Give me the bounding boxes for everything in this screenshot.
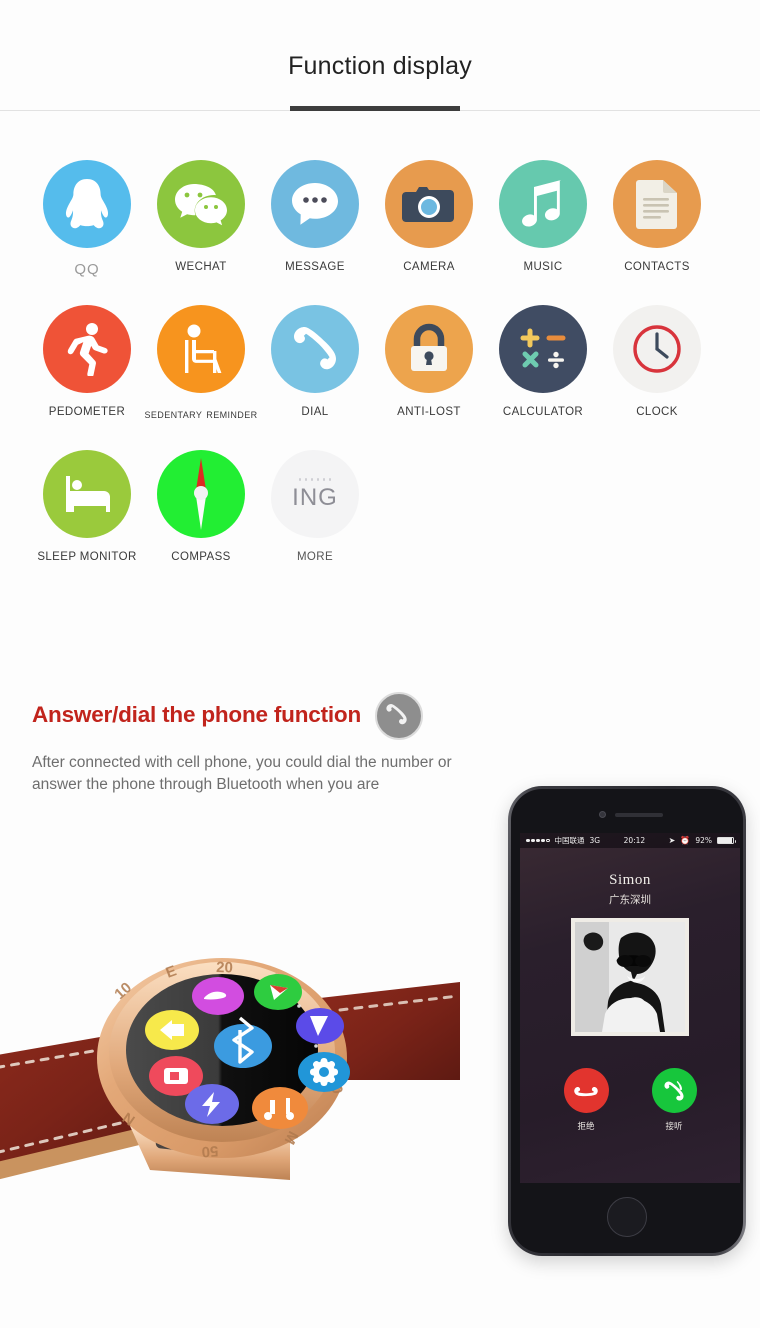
qq-icon[interactable] bbox=[43, 160, 131, 248]
music-note-icon[interactable] bbox=[499, 160, 587, 248]
feature-row-1: QQ WECHAT MESSAGE CAMERA MUSIC CONTACTS bbox=[0, 160, 760, 305]
feature-item-wechat[interactable]: WECHAT bbox=[144, 160, 258, 305]
feature-item-clock[interactable]: CLOCK bbox=[600, 305, 714, 450]
more-icon-text: ING bbox=[292, 483, 338, 511]
feature-row-2: PEDOMETER Sedentary reminder bbox=[0, 305, 760, 450]
answer-handset-icon[interactable] bbox=[651, 1068, 697, 1113]
feature-row-3: SLEEP MONITOR COMPASS ING MORE bbox=[0, 450, 760, 595]
page-header: Function display bbox=[0, 0, 760, 112]
status-bar: 中国联通 3G 20:12 ➤ ⏰ 92% bbox=[520, 833, 740, 848]
padlock-icon[interactable] bbox=[385, 305, 473, 393]
svg-text:20: 20 bbox=[216, 959, 233, 977]
feature-item-pedometer[interactable]: PEDOMETER bbox=[30, 305, 144, 450]
feature-label: MORE bbox=[296, 551, 334, 563]
feature-item-sleep[interactable]: SLEEP MONITOR bbox=[30, 450, 144, 595]
incoming-call-screen: Simon 广东深圳 拒绝 接听 bbox=[520, 872, 740, 1132]
feature-item-contacts[interactable]: CONTACTS bbox=[600, 160, 714, 305]
feature-icon-grid: QQ WECHAT MESSAGE CAMERA MUSIC CONTACTS … bbox=[0, 160, 760, 595]
decline-handset-icon[interactable] bbox=[563, 1068, 609, 1113]
caller-name: Simon bbox=[609, 872, 651, 888]
feature-item-sedentary[interactable]: Sedentary reminder bbox=[144, 305, 258, 450]
handset-icon[interactable] bbox=[271, 305, 359, 393]
phone-screen: 中国联通 3G 20:12 ➤ ⏰ 92% Simon 广东深圳 拒绝 接听 bbox=[520, 833, 740, 1183]
feature-item-qq[interactable]: QQ bbox=[30, 160, 144, 305]
watch-music-icon bbox=[252, 1087, 308, 1129]
feature-label: CLOCK bbox=[636, 406, 678, 418]
compass-needle-icon[interactable] bbox=[157, 450, 245, 538]
header-active-underline bbox=[290, 106, 460, 111]
phone-function-section: Answer/dial the phone function After con… bbox=[32, 690, 502, 796]
battery-percent-label: 92% bbox=[695, 836, 712, 845]
location-arrow-icon: ➤ bbox=[668, 836, 676, 845]
call-action-row: 拒绝 接听 bbox=[520, 1068, 740, 1132]
phone-function-body: After connected with cell phone, you cou… bbox=[32, 754, 452, 793]
page-title: Function display bbox=[288, 52, 472, 80]
earpiece-speaker bbox=[615, 813, 663, 817]
feature-item-message[interactable]: MESSAGE bbox=[258, 160, 372, 305]
decline-call-button[interactable]: 拒绝 bbox=[563, 1068, 609, 1132]
calculator-icon[interactable] bbox=[499, 305, 587, 393]
phone-body: 中国联通 3G 20:12 ➤ ⏰ 92% Simon 广东深圳 拒绝 接听 bbox=[511, 789, 743, 1253]
svg-text:50: 50 bbox=[201, 1142, 219, 1160]
phone-function-title: Answer/dial the phone function bbox=[32, 702, 362, 727]
decline-label: 拒绝 bbox=[577, 1122, 595, 1132]
clock-icon[interactable] bbox=[613, 305, 701, 393]
answer-call-button[interactable]: 接听 bbox=[651, 1068, 697, 1132]
feature-label: PEDOMETER bbox=[48, 406, 126, 418]
clock-time-label: 20:12 bbox=[623, 836, 646, 845]
battery-icon bbox=[717, 836, 736, 845]
sitting-man-icon[interactable] bbox=[157, 305, 245, 393]
caller-location: 广东深圳 bbox=[609, 894, 651, 906]
feature-label: CONTACTS bbox=[624, 261, 690, 273]
page-root: Function display QQ WECHAT MESSAGE CAMER… bbox=[0, 0, 760, 1328]
message-bubble-icon[interactable] bbox=[271, 160, 359, 248]
feature-item-camera[interactable]: CAMERA bbox=[372, 160, 486, 305]
bed-sleep-icon[interactable] bbox=[43, 450, 131, 538]
feature-label: SLEEP MONITOR bbox=[37, 551, 137, 563]
feature-label: QQ bbox=[74, 261, 100, 278]
front-camera-icon bbox=[599, 811, 606, 818]
phone-function-heading-row: Answer/dial the phone function bbox=[32, 690, 502, 740]
home-button[interactable] bbox=[607, 1197, 647, 1237]
camera-icon[interactable] bbox=[385, 160, 473, 248]
feature-item-more[interactable]: ING MORE bbox=[258, 450, 372, 595]
feature-label: MUSIC bbox=[523, 261, 563, 273]
feature-item-calculator[interactable]: CALCULATOR bbox=[486, 305, 600, 450]
handset-badge-icon bbox=[375, 692, 424, 740]
feature-item-music[interactable]: MUSIC bbox=[486, 160, 600, 305]
answer-label: 接听 bbox=[665, 1122, 683, 1132]
document-contacts-icon[interactable] bbox=[613, 160, 701, 248]
feature-label: ANTI-LOST bbox=[397, 406, 461, 418]
signal-strength-icon bbox=[526, 838, 550, 843]
feature-label: CAMERA bbox=[403, 261, 455, 273]
smartwatch-illustration: USB 10 E 20 30 S 40 M 50 N bbox=[0, 930, 460, 1240]
wechat-icon[interactable] bbox=[157, 160, 245, 248]
feature-label: MESSAGE bbox=[285, 261, 345, 273]
iphone-device: 中国联通 3G 20:12 ➤ ⏰ 92% Simon 广东深圳 拒绝 接听 bbox=[508, 786, 746, 1256]
feature-item-compass[interactable]: COMPASS bbox=[144, 450, 258, 595]
feature-label: WECHAT bbox=[175, 261, 227, 273]
feature-item-dial[interactable]: DIAL bbox=[258, 305, 372, 450]
feature-label: COMPASS bbox=[171, 551, 231, 563]
feature-item-antilost[interactable]: ANTI-LOST bbox=[372, 305, 486, 450]
feature-label: DIAL bbox=[301, 406, 329, 418]
alarm-clock-icon: ⏰ bbox=[680, 836, 691, 845]
running-man-icon[interactable] bbox=[43, 305, 131, 393]
caller-photo bbox=[571, 918, 689, 1036]
carrier-label: 中国联通 bbox=[554, 836, 585, 845]
feature-label: CALCULATOR bbox=[502, 406, 584, 418]
more-dots bbox=[298, 478, 332, 481]
more-ing-icon[interactable]: ING bbox=[271, 450, 359, 538]
network-label: 3G bbox=[589, 836, 601, 845]
feature-label: Sedentary reminder bbox=[144, 406, 258, 421]
